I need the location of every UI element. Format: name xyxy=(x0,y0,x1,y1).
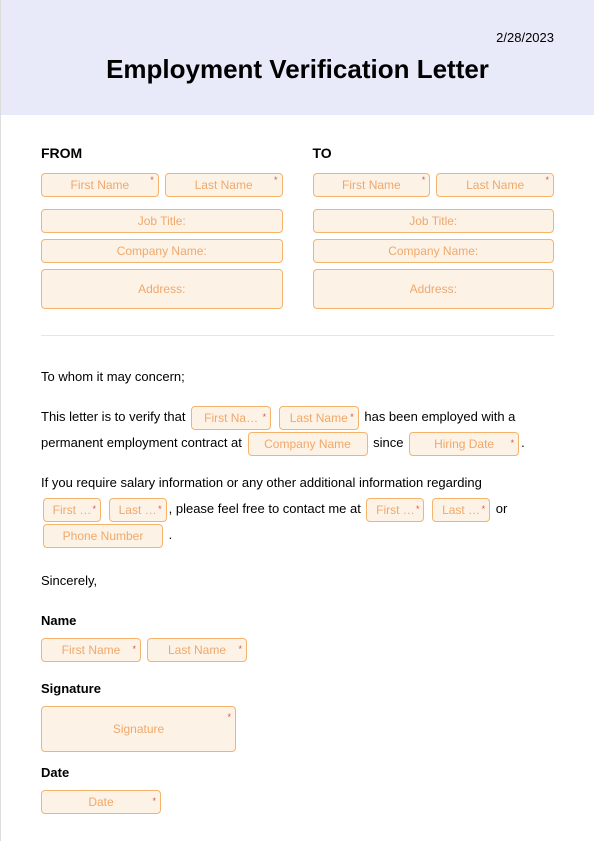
placeholder: Last … xyxy=(119,498,157,522)
sign-date-field[interactable]: Date xyxy=(41,790,161,814)
text: or xyxy=(496,501,508,516)
to-first-name-field[interactable]: First Name xyxy=(313,173,431,197)
to-company-name-field[interactable]: Company Name: xyxy=(313,239,555,263)
contact-last-name-field[interactable]: Last … xyxy=(432,498,490,522)
placeholder: Job Title: xyxy=(409,214,457,228)
placeholder: Last Name xyxy=(290,406,348,430)
divider xyxy=(41,335,554,336)
from-last-name-field[interactable]: Last Name xyxy=(165,173,283,197)
signature-section-label: Signature xyxy=(41,676,554,702)
date-section-label: Date xyxy=(41,760,554,786)
paragraph-1: This letter is to verify that First Na… … xyxy=(41,404,554,456)
to-address-field[interactable]: Address: xyxy=(313,269,555,309)
placeholder: Last Name xyxy=(195,178,253,192)
hiring-date-field[interactable]: Hiring Date xyxy=(409,432,519,456)
text: since xyxy=(373,435,407,450)
phone-number-field[interactable]: Phone Number xyxy=(43,524,163,548)
to-last-name-field[interactable]: Last Name xyxy=(436,173,554,197)
page-title: Employment Verification Letter xyxy=(41,54,554,85)
header-date: 2/28/2023 xyxy=(496,30,554,45)
name-section-label: Name xyxy=(41,608,554,634)
signer-last-name-field[interactable]: Last Name xyxy=(147,638,247,662)
placeholder: First … xyxy=(53,498,92,522)
to-label: TO xyxy=(313,145,555,161)
text: This letter is to verify that xyxy=(41,409,189,424)
from-column: FROM First Name Last Name Job Title: Com… xyxy=(41,145,283,315)
placeholder: Company Name xyxy=(264,432,351,456)
from-to-columns: FROM First Name Last Name Job Title: Com… xyxy=(41,145,554,315)
placeholder: Date xyxy=(88,790,113,814)
from-first-name-field[interactable]: First Name xyxy=(41,173,159,197)
letter-body: To whom it may concern; This letter is t… xyxy=(41,364,554,814)
subject-last-name-field[interactable]: Last … xyxy=(109,498,167,522)
to-column: TO First Name Last Name Job Title: Compa… xyxy=(313,145,555,315)
placeholder: Last Name xyxy=(466,178,524,192)
placeholder: Address: xyxy=(410,282,457,296)
text: . xyxy=(165,527,172,542)
signer-first-name-field[interactable]: First Name xyxy=(41,638,141,662)
closing: Sincerely, xyxy=(41,568,554,594)
placeholder: Phone Number xyxy=(63,524,144,548)
placeholder: Signature xyxy=(113,717,164,741)
placeholder: Address: xyxy=(138,282,185,296)
paragraph-2: If you require salary information or any… xyxy=(41,470,554,548)
placeholder: First Name xyxy=(342,178,401,192)
text: . xyxy=(521,435,525,450)
content-area: FROM First Name Last Name Job Title: Com… xyxy=(1,115,594,840)
from-label: FROM xyxy=(41,145,283,161)
text: If you require salary information or any… xyxy=(41,475,482,490)
employee-last-name-field[interactable]: Last Name xyxy=(279,406,359,430)
greeting: To whom it may concern; xyxy=(41,364,554,390)
placeholder: Company Name: xyxy=(388,244,478,258)
from-address-field[interactable]: Address: xyxy=(41,269,283,309)
text: , please feel free to contact me at xyxy=(169,501,365,516)
subject-first-name-field[interactable]: First … xyxy=(43,498,101,522)
to-job-title-field[interactable]: Job Title: xyxy=(313,209,555,233)
placeholder: Last Name xyxy=(168,638,226,662)
placeholder: Job Title: xyxy=(138,214,186,228)
placeholder: Last … xyxy=(442,498,480,522)
body-company-name-field[interactable]: Company Name xyxy=(248,432,368,456)
employee-first-name-field[interactable]: First Na… xyxy=(191,406,271,430)
signature-field[interactable]: Signature xyxy=(41,706,236,752)
placeholder: First Na… xyxy=(204,406,258,430)
from-company-name-field[interactable]: Company Name: xyxy=(41,239,283,263)
placeholder: First Name xyxy=(62,638,121,662)
placeholder: Hiring Date xyxy=(434,432,494,456)
header: 2/28/2023 Employment Verification Letter xyxy=(1,0,594,115)
contact-first-name-field[interactable]: First … xyxy=(366,498,424,522)
placeholder: First Name xyxy=(71,178,130,192)
from-job-title-field[interactable]: Job Title: xyxy=(41,209,283,233)
placeholder: First … xyxy=(376,498,415,522)
placeholder: Company Name: xyxy=(117,244,207,258)
